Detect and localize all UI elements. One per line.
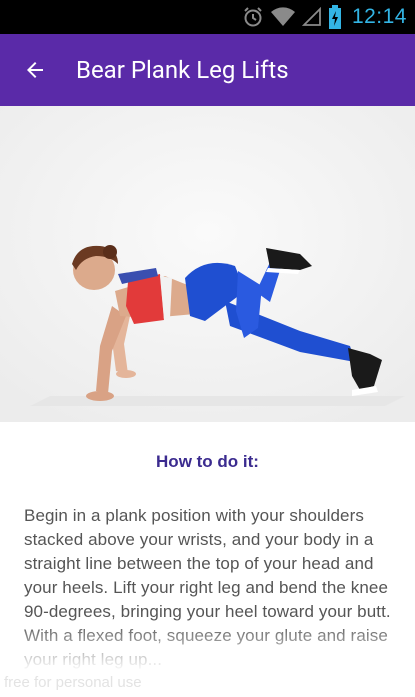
- section-heading: How to do it:: [156, 452, 259, 471]
- cell-signal-icon: [301, 7, 322, 27]
- app-bar: Bear Plank Leg Lifts: [0, 34, 415, 106]
- instructions-text: Begin in a plank position with your shou…: [24, 506, 391, 669]
- back-button[interactable]: [0, 34, 70, 106]
- exercise-photo: [0, 106, 415, 422]
- exercise-image: [0, 106, 415, 422]
- alarm-icon: [242, 6, 264, 28]
- status-time: 12:14: [351, 5, 407, 28]
- watermark: free for personal use: [4, 674, 142, 691]
- battery-charging-icon: [328, 5, 342, 29]
- status-bar: 12:14: [0, 0, 415, 34]
- arrow-back-icon: [27, 62, 43, 78]
- page-title: Bear Plank Leg Lifts: [76, 56, 289, 84]
- wifi-icon: [270, 7, 296, 27]
- instructions-section: How to do it: Begin in a plank position …: [0, 422, 415, 697]
